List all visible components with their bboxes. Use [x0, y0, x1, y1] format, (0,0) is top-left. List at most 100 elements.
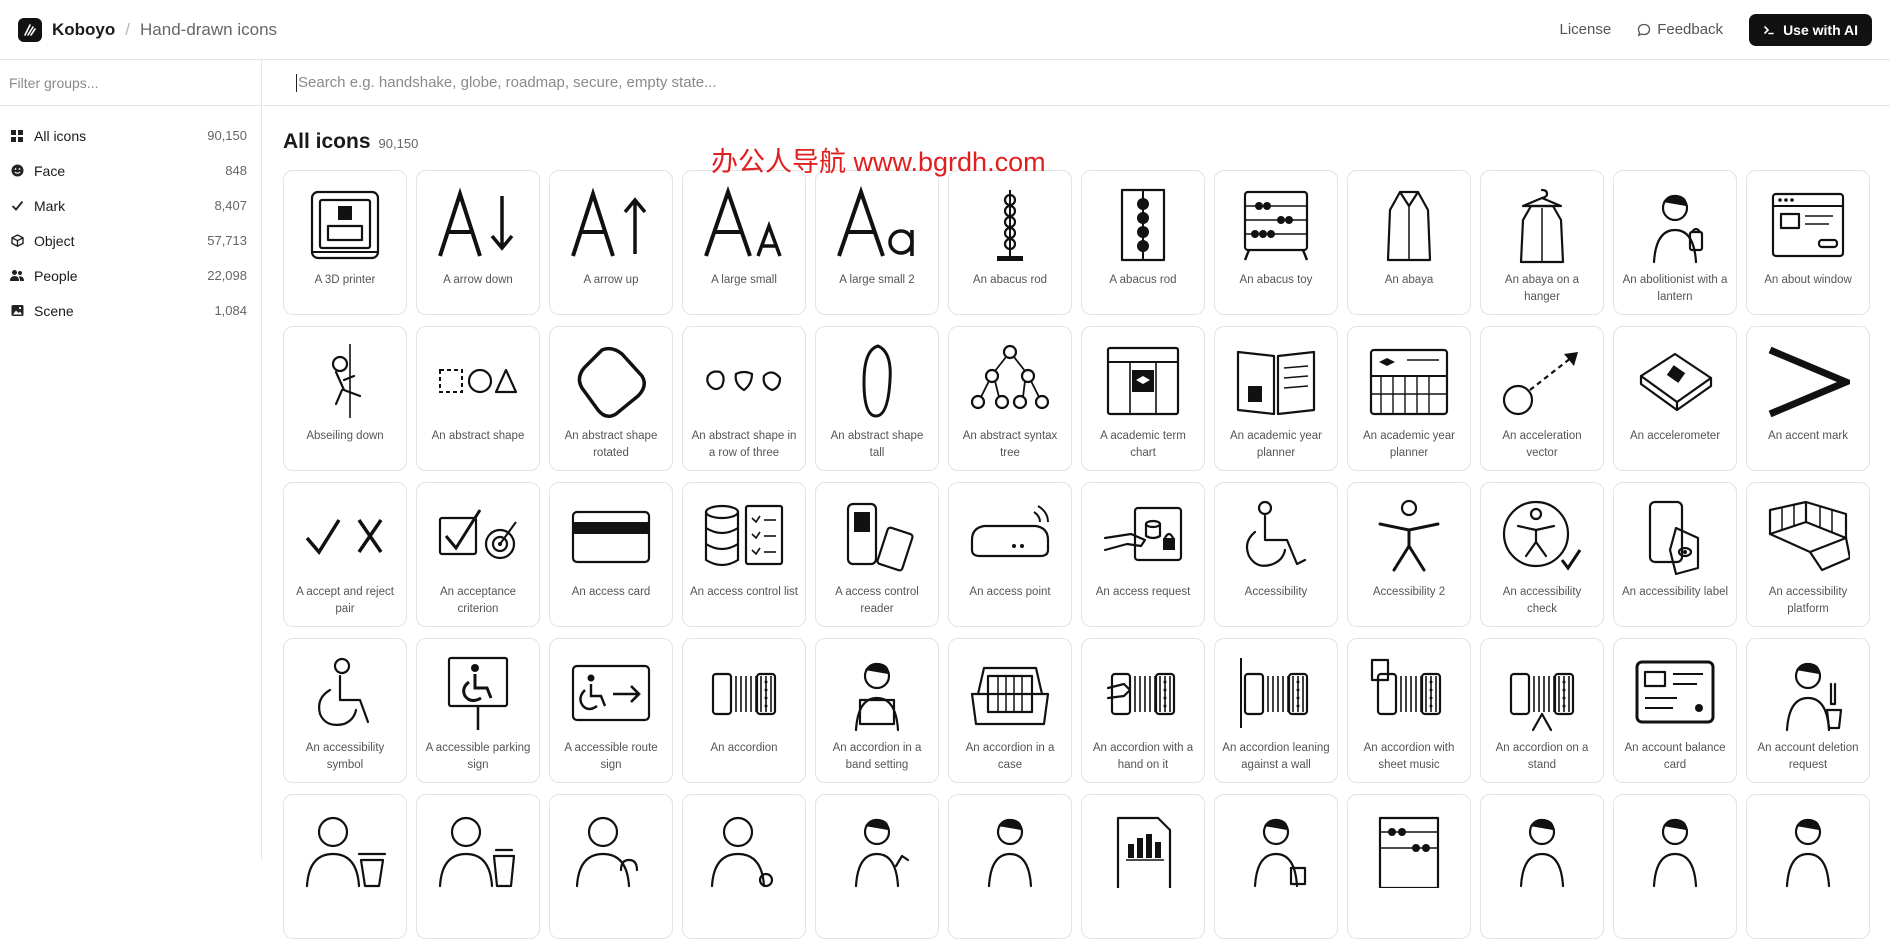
icon-card[interactable]: An access point	[948, 482, 1072, 627]
chat-bubble-icon	[1637, 23, 1651, 37]
icon-card[interactable]: An accordion leaning against a wall	[1214, 638, 1338, 783]
icon-card[interactable]: An access control list	[682, 482, 806, 627]
icon-card[interactable]	[283, 794, 407, 939]
total-count: 90,150	[378, 136, 419, 151]
icon-card[interactable]: An abstract shape rotated	[549, 326, 673, 471]
icon-card[interactable]: An accessibility platform	[1746, 482, 1870, 627]
sidebar-item-scene[interactable]: Scene 1,084	[0, 293, 261, 328]
icon-card[interactable]	[1214, 794, 1338, 939]
icon-card[interactable]: An abstract shape tall	[815, 326, 939, 471]
sidebar-item-count: 22,098	[207, 268, 247, 283]
icon-card[interactable]: An abolitionist with a lantern	[1613, 170, 1737, 315]
icon-card[interactable]: An acceleration vector	[1480, 326, 1604, 471]
window-icon	[1766, 183, 1850, 267]
icon-card[interactable]: An about window	[1746, 170, 1870, 315]
icon-card[interactable]: An abstract shape in a row of three	[682, 326, 806, 471]
sidebar-item-all-icons[interactable]: All icons 90,150	[0, 118, 261, 153]
aa-large-small-2-icon	[835, 183, 919, 267]
icon-card[interactable]: An accessibility check	[1480, 482, 1604, 627]
a-down-icon	[436, 183, 520, 267]
icon-card[interactable]: An accessibility label	[1613, 482, 1737, 627]
icon-card[interactable]: An abstract shape	[416, 326, 540, 471]
icon-card[interactable]	[1480, 794, 1604, 939]
icon-card[interactable]: A large small 2	[815, 170, 939, 315]
sidebar-item-object[interactable]: Object 57,713	[0, 223, 261, 258]
icon-caption: An accessibility platform	[1768, 586, 1848, 615]
person-2-icon	[1500, 807, 1584, 891]
icon-card[interactable]: An abaya	[1347, 170, 1471, 315]
icon-search-input[interactable]: Search e.g. handshake, globe, roadmap, s…	[263, 60, 1890, 106]
license-link[interactable]: License	[1559, 21, 1611, 38]
chart-doc-icon	[1101, 807, 1185, 891]
group-list: All icons 90,150 Face 848 Mark 8,407 Object 57,…	[0, 106, 261, 328]
icon-card[interactable]: An accordion with a hand on it	[1081, 638, 1205, 783]
icon-card[interactable]	[416, 794, 540, 939]
icon-card[interactable]	[1613, 794, 1737, 939]
icon-card[interactable]: An account balance card	[1613, 638, 1737, 783]
icon-card[interactable]: An access card	[549, 482, 673, 627]
text-caret	[296, 73, 297, 92]
icon-caption: A accept and reject pair	[296, 586, 394, 615]
icon-card[interactable]: A accessible parking sign	[416, 638, 540, 783]
icon-card[interactable]: An acceptance criterion	[416, 482, 540, 627]
icon-card[interactable]: An accordion	[682, 638, 806, 783]
icon-card[interactable]: An accordion in a band setting	[815, 638, 939, 783]
icon-card[interactable]: An abaya on a hanger	[1480, 170, 1604, 315]
icon-caption: An accessibility symbol	[305, 742, 385, 771]
icon-card[interactable]	[1746, 794, 1870, 939]
icon-card[interactable]: A 3D printer	[283, 170, 407, 315]
icon-caption: Abseiling down	[306, 430, 384, 442]
icon-card[interactable]	[1347, 794, 1471, 939]
accordion-icon	[702, 651, 786, 735]
icon-card[interactable]: A arrow down	[416, 170, 540, 315]
icon-caption: An abaya	[1384, 274, 1434, 286]
icon-card[interactable]: An accordion on a stand	[1480, 638, 1604, 783]
sidebar-item-face[interactable]: Face 848	[0, 153, 261, 188]
icon-card[interactable]: Accessibility	[1214, 482, 1338, 627]
icon-card[interactable]: A accept and reject pair	[283, 482, 407, 627]
sidebar-item-mark[interactable]: Mark 8,407	[0, 188, 261, 223]
breadcrumb-page[interactable]: Hand-drawn icons	[140, 20, 277, 40]
icon-card[interactable]: An academic year planner	[1347, 326, 1471, 471]
cube-icon	[10, 234, 24, 248]
use-with-ai-button[interactable]: Use with AI	[1749, 13, 1872, 46]
icon-card[interactable]: Abseiling down	[283, 326, 407, 471]
icon-card[interactable]: An accelerometer	[1613, 326, 1737, 471]
brand-name[interactable]: Koboyo	[52, 20, 115, 40]
icon-card[interactable]: A large small	[682, 170, 806, 315]
filter-groups-input[interactable]: Filter groups...	[0, 60, 261, 106]
user-plain-icon	[702, 807, 786, 891]
icon-card[interactable]: A arrow up	[549, 170, 673, 315]
icon-card[interactable]: An access request	[1081, 482, 1205, 627]
main-content: Search e.g. handshake, globe, roadmap, s…	[263, 60, 1890, 939]
people-icon	[10, 269, 24, 283]
icon-card[interactable]: An abstract syntax tree	[948, 326, 1072, 471]
brand[interactable]: Koboyo / Hand-drawn icons	[18, 17, 277, 42]
icon-card[interactable]	[948, 794, 1072, 939]
icon-card[interactable]: A access control reader	[815, 482, 939, 627]
icon-card[interactable]: An academic year planner	[1214, 326, 1338, 471]
sidebar-item-people[interactable]: People 22,098	[0, 258, 261, 293]
icon-card[interactable]: Accessibility 2	[1347, 482, 1471, 627]
icon-card[interactable]: An accessibility symbol	[283, 638, 407, 783]
icon-card[interactable]: An account deletion request	[1746, 638, 1870, 783]
icon-caption: A large small	[711, 274, 777, 286]
icon-card[interactable]: An accent mark	[1746, 326, 1870, 471]
icon-caption: An abstract shape in a row of three	[691, 430, 797, 459]
icon-card[interactable]	[815, 794, 939, 939]
icon-card[interactable]: A accessible route sign	[549, 638, 673, 783]
icon-card[interactable]	[682, 794, 806, 939]
icon-card[interactable]	[549, 794, 673, 939]
icon-card[interactable]: An accordion with sheet music	[1347, 638, 1471, 783]
sidebar: Filter groups... All icons 90,150 Face 848 M…	[0, 60, 262, 860]
icon-card[interactable]: An accordion in a case	[948, 638, 1072, 783]
icon-card[interactable]: A abacus rod	[1081, 170, 1205, 315]
feedback-link[interactable]: Feedback	[1637, 21, 1723, 38]
parking-sign-icon	[436, 651, 520, 735]
planner-book-icon	[1234, 339, 1318, 423]
icon-card[interactable]: An abacus toy	[1214, 170, 1338, 315]
icon-card[interactable]: An abacus rod	[948, 170, 1072, 315]
planner-board-icon	[1367, 339, 1451, 423]
icon-card[interactable]	[1081, 794, 1205, 939]
icon-card[interactable]: A academic term chart	[1081, 326, 1205, 471]
